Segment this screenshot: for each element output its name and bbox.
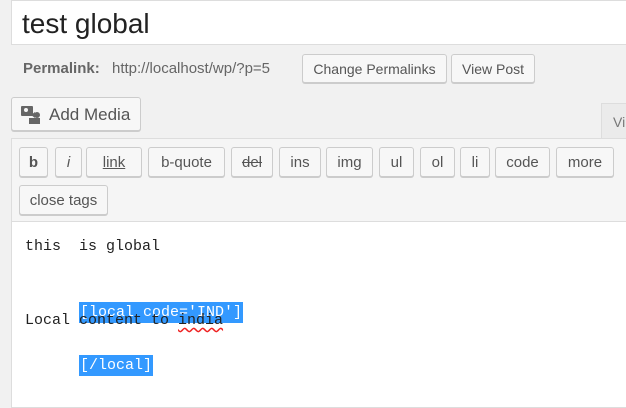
- tab-visual-label: Vi: [613, 114, 626, 130]
- selected-text: [/local]: [79, 355, 154, 376]
- permalink-label: Permalink:: [23, 60, 100, 77]
- media-icon: [20, 105, 42, 125]
- editor: b i link b-quote del ins img ul ol li co…: [11, 138, 626, 408]
- editor-line: this is global: [25, 238, 161, 255]
- add-media-button[interactable]: Add Media: [11, 97, 141, 131]
- editor-line-selected: [/local]: [25, 340, 154, 391]
- permalink-url[interactable]: http://localhost/wp/?p=5: [112, 60, 270, 77]
- quicktag-li-button[interactable]: li: [460, 147, 490, 177]
- quicktag-link-button[interactable]: link: [86, 147, 142, 177]
- spellcheck-word: india: [178, 312, 224, 329]
- quicktag-bold-button[interactable]: b: [19, 147, 48, 177]
- quicktag-del-button[interactable]: del: [231, 147, 273, 177]
- post-title-field[interactable]: test global: [11, 0, 626, 45]
- quicktag-italic-button[interactable]: i: [55, 147, 82, 177]
- quicktag-ins-button[interactable]: ins: [279, 147, 321, 177]
- tab-visual[interactable]: Vi: [601, 103, 626, 140]
- change-permalinks-button[interactable]: Change Permalinks: [302, 54, 447, 83]
- editor-line: Local content to india: [25, 312, 223, 329]
- view-post-button[interactable]: View Post: [451, 54, 535, 83]
- add-media-label: Add Media: [49, 105, 131, 124]
- quicktag-ul-button[interactable]: ul: [379, 147, 414, 177]
- quicktag-close-tags-button[interactable]: close tags: [19, 185, 108, 215]
- quicktag-img-button[interactable]: img: [326, 147, 373, 177]
- post-title-text: test global: [22, 8, 150, 39]
- quicktag-more-button[interactable]: more: [556, 147, 614, 177]
- quicktags-toolbar: b i link b-quote del ins img ul ol li co…: [12, 139, 626, 222]
- quicktag-code-button[interactable]: code: [495, 147, 550, 177]
- quicktag-blockquote-button[interactable]: b-quote: [148, 147, 225, 177]
- quicktag-ol-button[interactable]: ol: [420, 147, 455, 177]
- editor-text: Local content to: [25, 312, 179, 329]
